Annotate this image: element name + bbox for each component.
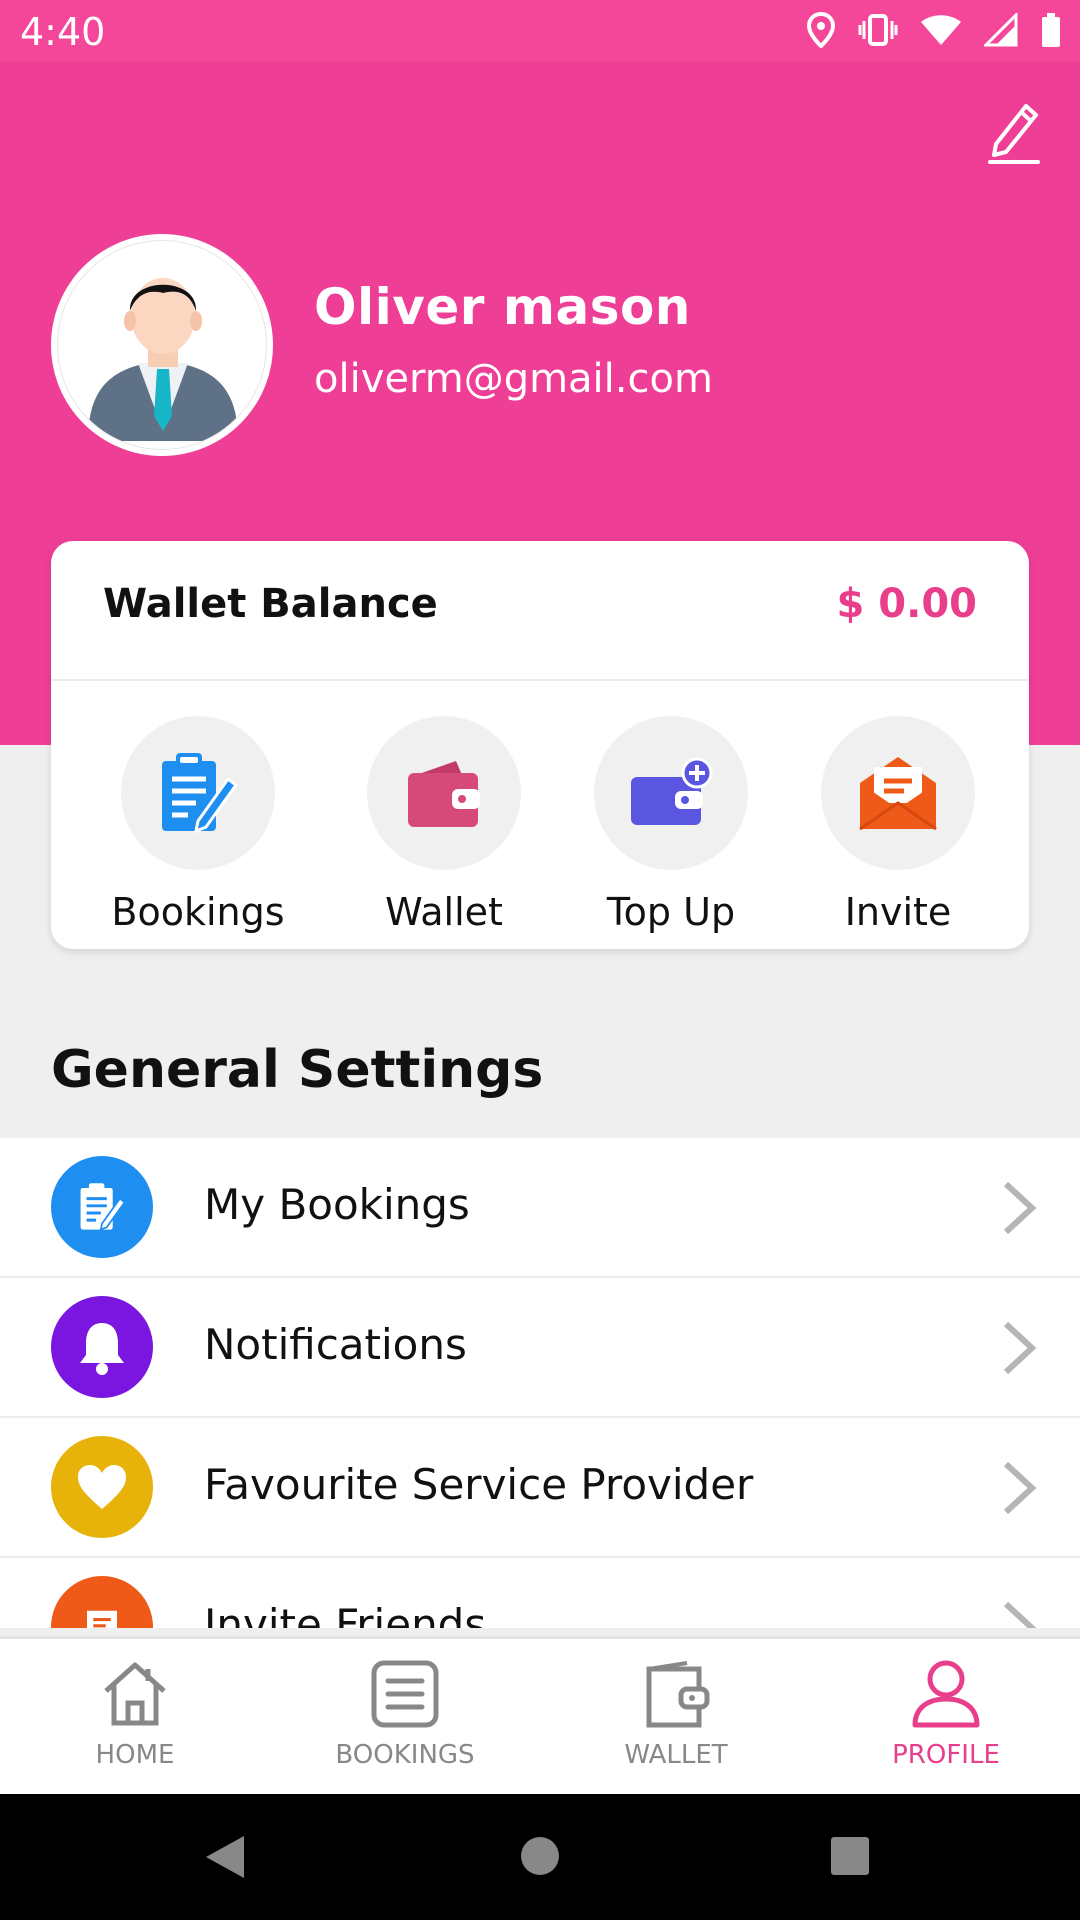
settings-item-label: Notifications (204, 1320, 467, 1369)
clipboard-pen-icon (51, 1156, 153, 1258)
home-icon (104, 1662, 166, 1726)
user-icon (912, 1660, 980, 1728)
vibrate-icon (858, 14, 898, 46)
settings-item-label: Favourite Service Provider (204, 1460, 754, 1509)
status-bar: 4:40 (0, 0, 1080, 62)
user-avatar-illustration (88, 278, 238, 441)
quick-action-label: Wallet (385, 890, 503, 934)
nav-label: PROFILE (892, 1740, 1000, 1770)
envelope-icon (859, 757, 937, 831)
settings-item-my-bookings[interactable]: My Bookings (0, 1138, 1080, 1278)
settings-item-invite-friends[interactable]: Invite Friends (0, 1558, 1080, 1628)
nav-bookings[interactable]: BOOKINGS (305, 1659, 505, 1770)
list-icon (371, 1660, 439, 1728)
quick-action-label: Top Up (606, 890, 736, 934)
edit-profile-button[interactable] (986, 98, 1042, 166)
status-time: 4:40 (20, 10, 106, 54)
user-name: Oliver mason (314, 278, 691, 336)
nav-label: BOOKINGS (335, 1740, 475, 1770)
settings-list: My Bookings Notifications Favourite Serv… (0, 1138, 1080, 1628)
location-icon (806, 12, 836, 48)
wallet-card: Wallet Balance $ 0.00 Bookings Wallet To… (51, 541, 1029, 949)
heart-icon (51, 1436, 153, 1538)
quick-action-label: Invite (844, 890, 952, 934)
bottom-nav: HOME BOOKINGS WALLET PROFILE (0, 1636, 1080, 1797)
wallet-icon (646, 1661, 710, 1728)
back-icon[interactable] (204, 1834, 246, 1880)
wallet-icon (408, 761, 480, 827)
user-email: oliverm@gmail.com (314, 356, 713, 402)
chevron-right-icon (1003, 1181, 1037, 1235)
nav-profile[interactable]: PROFILE (846, 1659, 1046, 1770)
avatar[interactable] (51, 234, 273, 456)
card-divider (51, 679, 1029, 681)
wallet-balance-label: Wallet Balance (103, 581, 438, 627)
wallet-balance-amount: $ 0.00 (836, 581, 977, 627)
chevron-right-icon (1003, 1461, 1037, 1515)
signal-icon (984, 13, 1018, 47)
settings-item-favourite-provider[interactable]: Favourite Service Provider (0, 1418, 1080, 1558)
quick-action-wallet[interactable]: Wallet (344, 716, 544, 934)
nav-label: HOME (95, 1740, 175, 1770)
clipboard-pen-icon (162, 753, 238, 834)
nav-home[interactable]: HOME (35, 1659, 235, 1770)
section-title: General Settings (51, 1040, 544, 1100)
nav-wallet[interactable]: WALLET (576, 1659, 776, 1770)
home-circle-icon[interactable] (520, 1836, 560, 1876)
quick-action-invite[interactable]: Invite (798, 716, 998, 934)
chevron-right-icon (1003, 1321, 1037, 1375)
quick-action-bookings[interactable]: Bookings (98, 716, 298, 934)
battery-icon (1042, 13, 1060, 47)
pencil-icon (988, 104, 1040, 164)
wifi-icon (921, 15, 961, 45)
status-icons (806, 12, 1062, 48)
settings-item-label: Invite Friends (204, 1600, 487, 1628)
nav-label: WALLET (624, 1740, 728, 1770)
settings-item-notifications[interactable]: Notifications (0, 1278, 1080, 1418)
recents-icon[interactable] (830, 1836, 870, 1876)
wallet-add-icon (631, 757, 713, 825)
quick-action-label: Bookings (111, 890, 285, 934)
system-nav-bar (0, 1794, 1080, 1920)
settings-item-label: My Bookings (204, 1180, 470, 1229)
envelope-icon (51, 1576, 153, 1628)
bell-icon (51, 1296, 153, 1398)
quick-action-top-up[interactable]: Top Up (571, 716, 771, 934)
chevron-right-icon (1003, 1601, 1037, 1628)
